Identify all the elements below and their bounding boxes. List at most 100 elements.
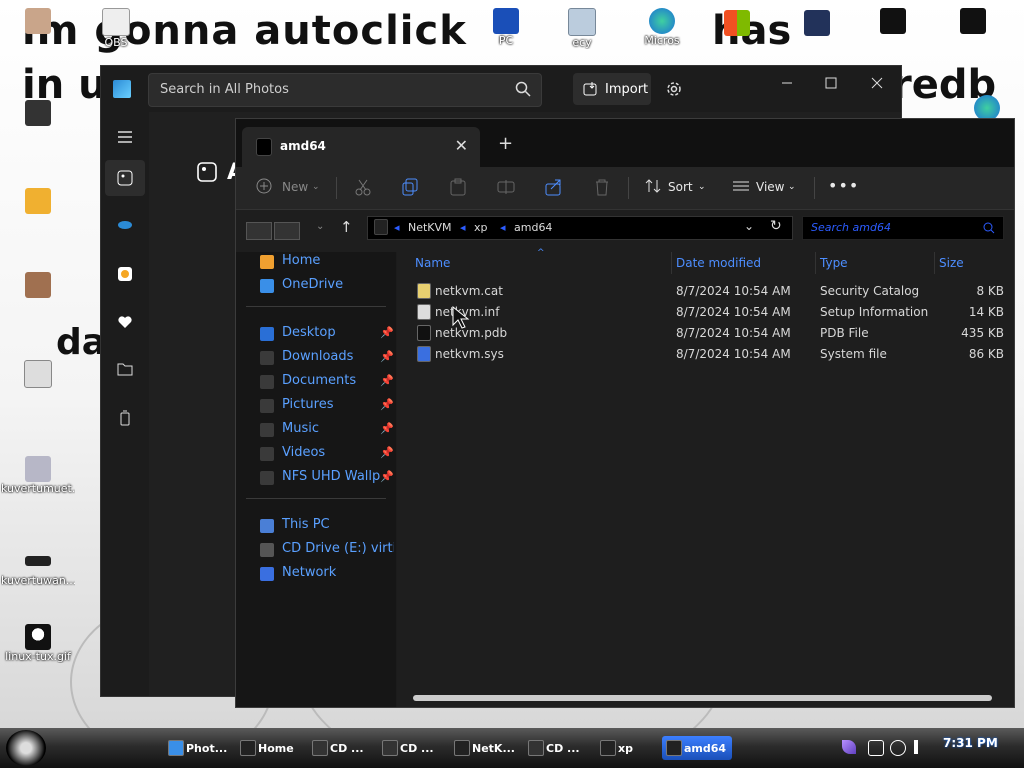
- trash-icon[interactable]: [593, 178, 611, 198]
- desktop-icon[interactable]: [1, 188, 75, 214]
- minimize-icon[interactable]: [769, 72, 805, 94]
- forward-button[interactable]: [274, 222, 300, 240]
- file-row[interactable]: netkvm.sys 8/7/2024 10:54 AM System file…: [407, 343, 1004, 364]
- nav-onedrive[interactable]: [105, 208, 145, 244]
- pin-icon[interactable]: 📌: [380, 470, 394, 483]
- gear-icon[interactable]: [665, 80, 683, 98]
- start-button[interactable]: [6, 730, 46, 766]
- breadcrumb-item[interactable]: amd64: [514, 221, 552, 234]
- desktop-icon[interactable]: ecy: [545, 8, 619, 49]
- taskbar-button[interactable]: Home: [236, 736, 300, 760]
- nav-favorites[interactable]: [105, 304, 145, 340]
- desktop-icon[interactable]: [1, 360, 75, 388]
- taskbar-button-active[interactable]: amd64: [662, 736, 732, 760]
- nav-folders[interactable]: [105, 352, 145, 388]
- search-icon[interactable]: [983, 222, 995, 234]
- column-header-type[interactable]: Type: [820, 256, 848, 270]
- taskbar-button[interactable]: NetK...: [450, 736, 515, 760]
- explorer-tab[interactable]: amd64 ✕: [242, 127, 480, 167]
- nav-documents[interactable]: Documents: [260, 372, 394, 392]
- explorer-search-box[interactable]: Search amd64: [802, 216, 1004, 240]
- desktop-icon[interactable]: [1, 8, 75, 34]
- photos-titlebar[interactable]: Search in All Photos Import: [101, 66, 901, 112]
- pin-icon[interactable]: 📌: [380, 374, 394, 387]
- close-tab-icon[interactable]: ✕: [455, 136, 468, 155]
- desktop-icon[interactable]: [1, 272, 75, 298]
- taskbar-button[interactable]: CD ...: [524, 736, 584, 760]
- maximize-icon[interactable]: [813, 72, 849, 94]
- view-button[interactable]: View ⌄: [732, 178, 802, 198]
- breadcrumb-item[interactable]: xp: [474, 221, 488, 234]
- new-button[interactable]: New ⌄: [256, 178, 322, 198]
- column-header-date[interactable]: Date modified: [676, 256, 761, 270]
- nav-all-photos[interactable]: [105, 160, 145, 196]
- pin-icon[interactable]: 📌: [380, 350, 394, 363]
- desktop-icon[interactable]: [856, 8, 930, 34]
- nav-icloud[interactable]: [105, 256, 145, 292]
- nav-nfs-wallpapers[interactable]: NFS UHD Wallpapers: [260, 468, 380, 488]
- nav-home[interactable]: Home: [260, 252, 394, 272]
- chevron-down-icon[interactable]: ⌄: [744, 219, 754, 233]
- nav-music[interactable]: Music: [260, 420, 394, 440]
- pin-icon[interactable]: 📌: [380, 398, 394, 411]
- refresh-icon[interactable]: ↻: [770, 218, 782, 234]
- hamburger-menu-button[interactable]: [105, 120, 145, 156]
- nav-this-pc[interactable]: This PC: [260, 516, 394, 536]
- recent-locations-icon[interactable]: ⌄: [316, 221, 324, 232]
- nav-device[interactable]: [105, 400, 145, 436]
- breadcrumb-item[interactable]: NetKVM: [408, 221, 452, 234]
- desktop-icon[interactable]: [780, 10, 854, 36]
- taskbar-button[interactable]: CD ...: [378, 736, 438, 760]
- desktop-icon[interactable]: kuvertumuet...: [1, 456, 75, 495]
- feather-tray-icon[interactable]: [842, 740, 856, 754]
- nav-pictures[interactable]: Pictures: [260, 396, 394, 416]
- import-button[interactable]: Import: [573, 73, 651, 105]
- column-divider[interactable]: [815, 252, 816, 274]
- nav-videos[interactable]: Videos: [260, 444, 394, 464]
- network-tray-icon[interactable]: [890, 740, 906, 756]
- taskbar-button[interactable]: Phot...: [164, 736, 228, 760]
- desktop-icon[interactable]: OBS: [79, 8, 153, 49]
- column-divider[interactable]: [934, 252, 935, 274]
- up-arrow-icon[interactable]: ↑: [340, 218, 353, 236]
- paste-icon[interactable]: [449, 178, 467, 198]
- photos-search-box[interactable]: Search in All Photos: [148, 73, 542, 107]
- taskbar-button[interactable]: CD ...: [308, 736, 368, 760]
- desktop-icon[interactable]: kuvertuwan...: [1, 548, 75, 587]
- rename-icon[interactable]: [497, 178, 515, 198]
- file-row[interactable]: netkvm.pdb 8/7/2024 10:54 AM PDB File 43…: [407, 322, 1004, 343]
- desktop-icon[interactable]: Micros: [625, 8, 699, 47]
- copy-icon[interactable]: [401, 178, 419, 198]
- file-row[interactable]: netkvm.cat 8/7/2024 10:54 AM Security Ca…: [407, 280, 1004, 301]
- sort-button[interactable]: Sort ⌄: [644, 178, 710, 198]
- column-divider[interactable]: [671, 252, 672, 274]
- desktop-icon[interactable]: linux-tux.gif: [1, 624, 75, 663]
- security-tray-icon[interactable]: [868, 740, 884, 756]
- column-header-name[interactable]: Name: [415, 256, 450, 270]
- pin-icon[interactable]: 📌: [380, 326, 394, 339]
- nav-network[interactable]: Network: [260, 564, 394, 584]
- column-header-size[interactable]: Size: [939, 256, 964, 270]
- share-icon[interactable]: [545, 178, 563, 198]
- pin-icon[interactable]: 📌: [380, 446, 394, 459]
- nav-downloads[interactable]: Downloads: [260, 348, 394, 368]
- taskbar-button[interactable]: xp: [596, 736, 646, 760]
- more-options-icon[interactable]: •••: [828, 176, 859, 196]
- breadcrumb[interactable]: ◂ NetKVM ◂ xp ◂ amd64 ⌄ ↻: [367, 216, 793, 240]
- search-icon[interactable]: [515, 81, 531, 97]
- pin-icon[interactable]: 📌: [380, 422, 394, 435]
- desktop-icon[interactable]: PC: [469, 8, 543, 47]
- desktop-icon[interactable]: [700, 10, 774, 36]
- nav-desktop[interactable]: Desktop: [260, 324, 394, 344]
- desktop-icon[interactable]: [936, 8, 1010, 34]
- nav-onedrive[interactable]: OneDrive: [260, 276, 394, 296]
- cut-icon[interactable]: [354, 178, 372, 198]
- desktop-icon[interactable]: [1, 100, 75, 126]
- file-row[interactable]: netkvm.inf 8/7/2024 10:54 AM Setup Infor…: [407, 301, 1004, 322]
- volume-muted-icon[interactable]: [914, 740, 932, 754]
- horizontal-scrollbar[interactable]: [413, 695, 992, 701]
- new-tab-button[interactable]: +: [498, 133, 513, 154]
- back-button[interactable]: [246, 222, 272, 240]
- nav-cd-drive[interactable]: CD Drive (E:) virtio-win: [260, 540, 394, 560]
- clock[interactable]: 7:31 PM: [943, 736, 998, 750]
